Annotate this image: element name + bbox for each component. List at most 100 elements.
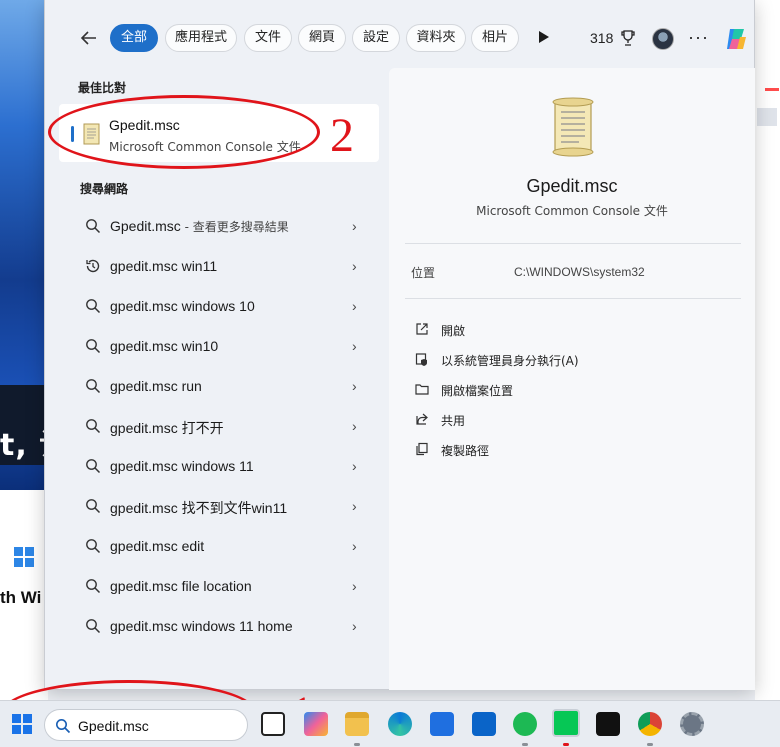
edge-icon[interactable]	[388, 712, 412, 736]
running-indicator	[647, 743, 653, 746]
copilot-app-icon[interactable]	[304, 712, 328, 736]
web-result-item[interactable]: gpedit.msc run ›	[59, 368, 379, 404]
admin-shield-icon	[415, 353, 427, 366]
taskbar-search-box[interactable]: Gpedit.msc	[44, 709, 248, 741]
search-icon	[86, 459, 101, 474]
chevron-right-icon[interactable]: ›	[352, 538, 357, 554]
web-result-item[interactable]: gpedit.msc 打不开 ›	[59, 408, 379, 444]
spotify-icon[interactable]	[513, 712, 537, 736]
search-icon	[86, 299, 101, 314]
web-result-text: Gpedit.msc - 查看更多搜尋結果	[110, 218, 289, 234]
running-indicator	[354, 743, 360, 746]
preview-title: Gpedit.msc	[526, 176, 618, 196]
id-app-icon[interactable]	[596, 712, 620, 736]
more-options-icon[interactable]: ···	[688, 28, 709, 46]
divider	[405, 243, 741, 244]
taskbar: Gpedit.msc	[0, 700, 780, 747]
web-result-text: gpedit.msc run	[110, 378, 202, 394]
running-indicator	[563, 743, 569, 746]
web-result-text: gpedit.msc 找不到文件win11	[110, 500, 288, 516]
web-result-item[interactable]: gpedit.msc win10 ›	[59, 328, 379, 364]
search-icon	[86, 419, 101, 434]
tab-photos[interactable]: 相片	[471, 24, 519, 52]
action-open-file-location[interactable]: 開啟檔案位置	[411, 378, 731, 402]
chevron-right-icon[interactable]: ›	[352, 258, 357, 274]
web-result-text: gpedit.msc windows 10	[110, 298, 255, 314]
search-icon	[86, 339, 101, 354]
running-indicator	[522, 743, 528, 746]
chevron-right-icon[interactable]: ›	[352, 218, 357, 234]
web-result-item[interactable]: gpedit.msc file location ›	[59, 568, 379, 604]
taskbar-search-text[interactable]: Gpedit.msc	[78, 718, 149, 734]
task-view-icon[interactable]	[261, 712, 285, 736]
history-icon	[86, 259, 100, 273]
web-result-text: gpedit.msc 打不开	[110, 420, 224, 436]
annotation-number-2: 2	[330, 109, 354, 162]
search-icon	[86, 579, 101, 594]
avatar[interactable]	[652, 28, 674, 50]
folder-icon	[415, 384, 429, 395]
preview-subtitle: Microsoft Common Console 文件	[476, 204, 668, 218]
action-share[interactable]: 共用	[411, 408, 731, 432]
background-windows-logo-icon	[14, 547, 34, 567]
outlook-icon[interactable]	[472, 712, 496, 736]
tab-folders[interactable]: 資料夾	[406, 24, 466, 52]
tab-all[interactable]: 全部	[110, 24, 158, 52]
web-result-item[interactable]: gpedit.msc edit ›	[59, 528, 379, 564]
web-result-text: gpedit.msc win11	[110, 258, 218, 274]
file-explorer-icon[interactable]	[345, 712, 369, 736]
action-label: 開啟	[441, 324, 466, 338]
action-copy-path[interactable]: 複製路徑	[411, 438, 731, 462]
background-article-caption: th Wi	[0, 588, 42, 607]
location-value[interactable]: C:\WINDOWS\system32	[514, 265, 645, 279]
annotation-circle-best-match	[48, 95, 320, 169]
tab-apps[interactable]: 應用程式	[165, 24, 237, 52]
web-result-text: gpedit.msc file location	[110, 578, 252, 594]
copy-icon	[416, 442, 428, 456]
web-result-item[interactable]: gpedit.msc 找不到文件win11 ›	[59, 488, 379, 524]
rewards-points[interactable]: 318	[590, 30, 613, 46]
chevron-right-icon[interactable]: ›	[352, 298, 357, 314]
open-icon	[416, 323, 428, 335]
store-icon[interactable]	[430, 712, 454, 736]
location-label: 位置	[411, 266, 436, 280]
search-icon	[86, 539, 101, 554]
more-filters-play-icon[interactable]	[539, 31, 549, 43]
chevron-right-icon[interactable]: ›	[352, 498, 357, 514]
web-result-item[interactable]: gpedit.msc windows 11 home ›	[59, 608, 379, 644]
chevron-right-icon[interactable]: ›	[352, 618, 357, 634]
line-icon[interactable]	[552, 709, 580, 737]
chevron-right-icon[interactable]: ›	[352, 458, 357, 474]
best-match-heading: 最佳比對	[78, 81, 127, 95]
web-result-item[interactable]: gpedit.msc windows 11 ›	[59, 448, 379, 484]
tab-documents[interactable]: 文件	[244, 24, 292, 52]
trophy-icon	[621, 30, 635, 46]
action-label: 以系統管理員身分執行(A)	[441, 354, 579, 368]
web-result-item[interactable]: gpedit.msc windows 10 ›	[59, 288, 379, 324]
tab-web[interactable]: 網頁	[298, 24, 346, 52]
chevron-right-icon[interactable]: ›	[352, 378, 357, 394]
action-run-as-admin[interactable]: 以系統管理員身分執行(A)	[411, 348, 731, 372]
tab-settings[interactable]: 設定	[352, 24, 400, 52]
action-open[interactable]: 開啟	[411, 318, 731, 342]
background-right-window	[755, 0, 780, 700]
divider	[405, 298, 741, 299]
action-label: 開啟檔案位置	[441, 384, 514, 398]
search-icon	[86, 499, 101, 514]
web-result-item[interactable]: gpedit.msc win11 ›	[59, 248, 379, 284]
preview-pane: Gpedit.msc Microsoft Common Console 文件 位…	[389, 68, 755, 690]
filter-bar: 全部 應用程式 文件 網頁 設定 資料夾 相片 318 ···	[45, 20, 754, 56]
windows-start-icon[interactable]	[12, 714, 32, 734]
settings-icon[interactable]	[680, 712, 704, 736]
chevron-right-icon[interactable]: ›	[352, 418, 357, 434]
chrome-icon[interactable]	[638, 712, 662, 736]
back-arrow-icon[interactable]	[79, 28, 99, 48]
chevron-right-icon[interactable]: ›	[352, 578, 357, 594]
scroll-document-icon	[552, 97, 594, 157]
web-result-text: gpedit.msc edit	[110, 538, 205, 554]
copilot-icon[interactable]	[722, 25, 750, 53]
web-result-text: gpedit.msc win10	[110, 338, 219, 354]
chevron-right-icon[interactable]: ›	[352, 338, 357, 354]
web-result-item[interactable]: Gpedit.msc - 查看更多搜尋結果 ›	[59, 208, 379, 244]
search-icon	[86, 619, 101, 634]
